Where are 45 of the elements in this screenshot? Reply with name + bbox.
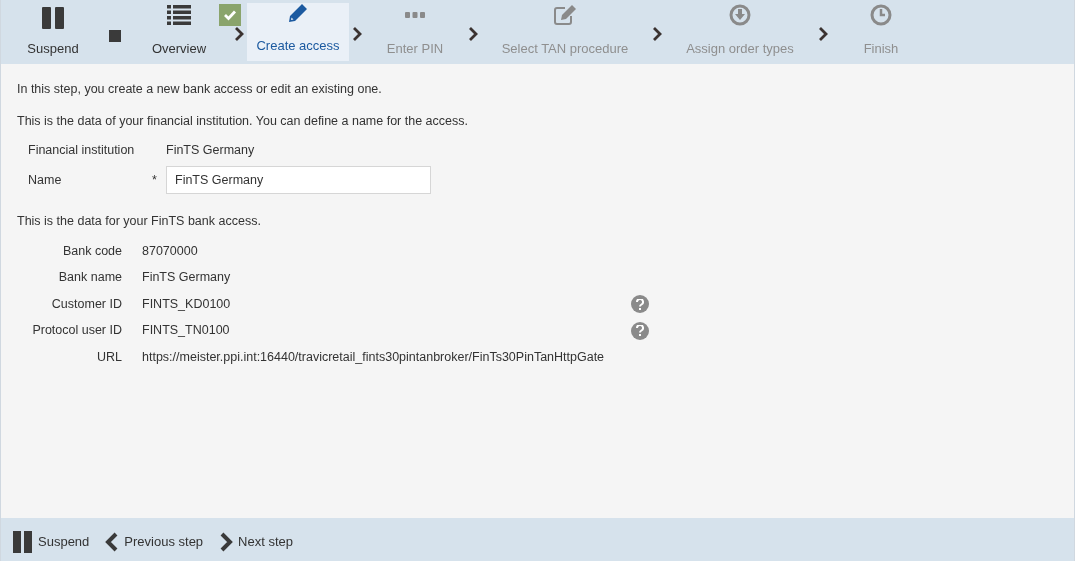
- help-icon[interactable]: [631, 295, 649, 314]
- dots-icon: [405, 11, 425, 18]
- required-mark: *: [152, 171, 158, 189]
- step-tab: Finish: [831, 0, 931, 64]
- chevron-right-icon: [219, 531, 234, 552]
- field-value: FinTS Germany: [142, 269, 232, 287]
- field-label: Customer ID: [50, 295, 122, 313]
- next-step-button[interactable]: Next step: [219, 527, 293, 552]
- field-value: 87070000: [142, 242, 199, 260]
- pencil-icon: [287, 1, 309, 24]
- suspend-button[interactable]: Suspend: [13, 526, 90, 553]
- step-tab: Select TAN procedure: [481, 0, 649, 64]
- field-value: FINTS_TN0100: [142, 322, 231, 340]
- field-label: Name: [28, 171, 63, 189]
- field-value: FinTS Germany: [166, 141, 255, 159]
- field-label: Protocol user ID: [31, 322, 122, 340]
- pause-icon: [13, 530, 33, 553]
- field-label: URL: [96, 348, 122, 366]
- help-icon[interactable]: [631, 321, 649, 340]
- chevron-icon: [652, 27, 662, 41]
- field-label: Bank code: [61, 242, 122, 260]
- name-input[interactable]: FinTS Germany: [166, 166, 431, 194]
- chevron-icon: [468, 27, 478, 41]
- clock-icon: [870, 3, 892, 26]
- chevron-left-icon: [105, 531, 120, 552]
- chevron-icon: [818, 27, 828, 41]
- section-heading: This is the data of your financial institution. You can define a name for the access.: [17, 113, 469, 129]
- previous-step-button[interactable]: Previous step: [105, 527, 204, 552]
- list-icon: [167, 4, 191, 25]
- suspend-button[interactable]: Suspend: [3, 0, 103, 64]
- edit-icon: [553, 3, 577, 26]
- intro-text: In this step, you create a new bank access or edit an existing one.: [17, 81, 383, 97]
- download-icon: [729, 3, 751, 26]
- chevron-icon: [352, 27, 362, 41]
- step-tab: Enter PIN: [365, 0, 465, 64]
- step-tab: Assign order types: [665, 0, 815, 64]
- field-label: Bank name: [57, 269, 122, 287]
- pause-icon: [42, 6, 64, 29]
- field-value: FINTS_KD0100: [142, 295, 232, 313]
- step-tab[interactable]: Overview: [127, 0, 231, 64]
- section-heading: This is the data for your FinTS bank access.: [17, 213, 262, 229]
- field-value: https://meister.ppi.int:16440/travicretail_fints30pintanbroker/FinTs30PinTanHttpGate: [142, 348, 606, 366]
- chevron-icon: [234, 27, 244, 41]
- field-label: Financial institution: [28, 141, 136, 159]
- step-tab[interactable]: Create access: [247, 3, 349, 61]
